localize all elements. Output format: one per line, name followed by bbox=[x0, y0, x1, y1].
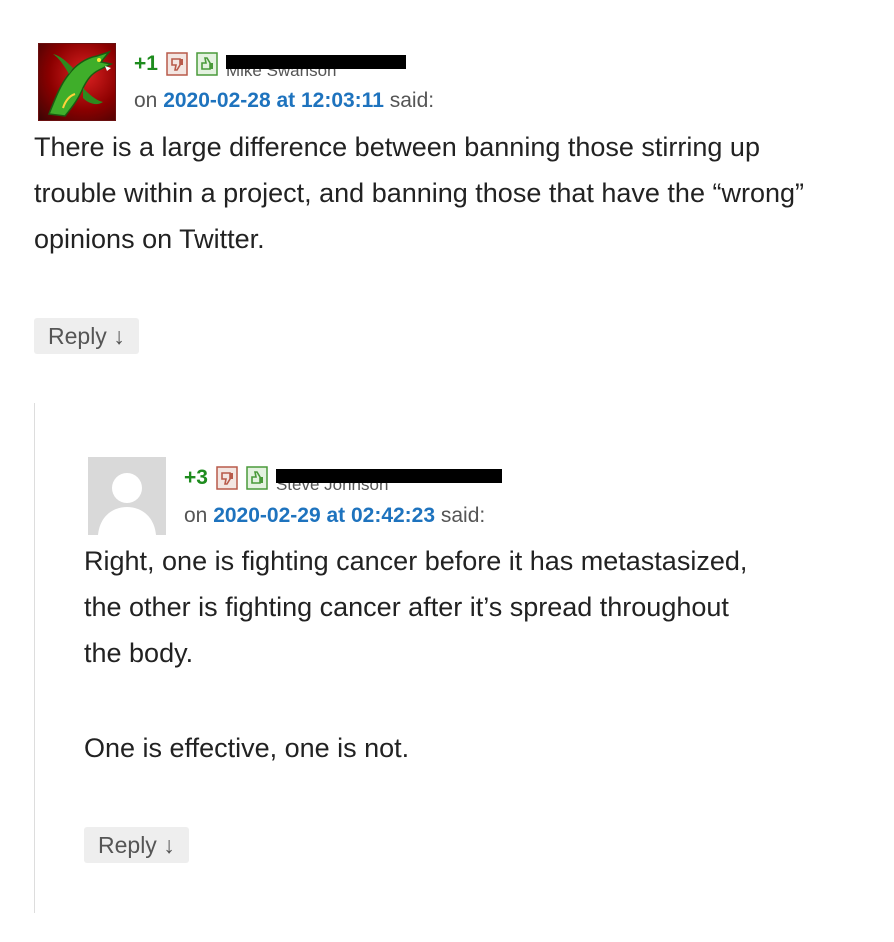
comment-meta: +3 Steve Johnson bbox=[184, 464, 502, 494]
said-label: said: bbox=[440, 504, 486, 527]
default-user-icon bbox=[88, 457, 166, 535]
on-label: on bbox=[184, 504, 208, 527]
reply-button[interactable]: Reply ↓ bbox=[84, 827, 189, 863]
avatar bbox=[88, 457, 166, 535]
comment-body-paragraph: One is effective, one is not. bbox=[84, 733, 410, 763]
thumbs-up-icon[interactable] bbox=[246, 466, 268, 490]
author-name[interactable]: Steve Johnson bbox=[275, 469, 502, 494]
redaction-bar bbox=[275, 469, 502, 483]
comment-body-paragraph: Right, one is fighting cancer before it … bbox=[84, 546, 748, 668]
comment-2: +3 Steve Johnson on 2020-02-29 at 02:42:… bbox=[0, 0, 894, 942]
score-badge: +3 bbox=[184, 466, 208, 489]
comment-permalink[interactable]: 2020-02-29 at 02:42:23 bbox=[213, 504, 435, 527]
thumbs-down-icon[interactable] bbox=[216, 466, 238, 490]
comment-date-line: on 2020-02-29 at 02:42:23 said: bbox=[184, 504, 485, 528]
